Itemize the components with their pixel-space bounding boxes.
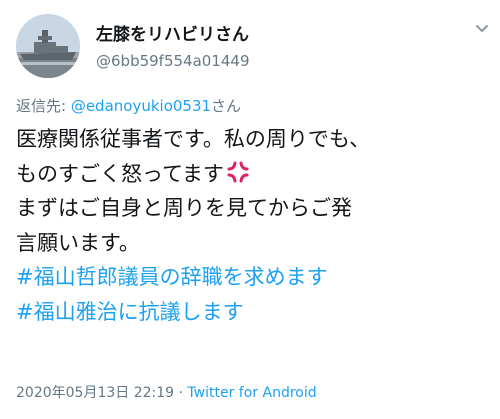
meta-separator: · [174, 385, 188, 401]
reply-mention-link[interactable]: @edanoyukio0531 [71, 97, 211, 115]
avatar[interactable] [16, 14, 80, 78]
tweet-line: 医療関係従事者です。私の周りでも、 [16, 127, 371, 151]
reply-suffix: さん [211, 97, 242, 115]
reply-prefix: 返信先: [16, 97, 71, 115]
chevron-down-icon[interactable] [472, 18, 492, 38]
client-link[interactable]: Twitter for Android [187, 385, 316, 401]
tweet-line: 言願います。 [16, 230, 140, 255]
display-name[interactable]: 左膝をリハビリさん [96, 20, 249, 45]
avatar-warship-photo [16, 14, 80, 78]
tweet-text: 医療関係従事者です。私の周りでも、 ものすごく怒ってます まずはご自身と周りを見… [16, 122, 492, 330]
hashtag-link[interactable]: #福山雅治に抗議します [16, 295, 492, 330]
tweet-meta: 2020年05月13日 22:19 · Twitter for Android [16, 382, 317, 402]
tweet-line-text: ものすごく怒ってます [16, 161, 224, 186]
tweet-line: まずはご自身と周りを見てからご発 [16, 196, 352, 221]
reply-context: 返信先: @edanoyukio0531さん [16, 95, 241, 116]
anger-symbol-icon [226, 160, 250, 184]
hashtag-link[interactable]: #福山哲郎議員の辞職を求めます [16, 260, 492, 295]
user-handle[interactable]: @6bb59f554a01449 [96, 52, 250, 70]
timestamp-link[interactable]: 2020年05月13日 22:19 [16, 385, 174, 401]
tweet-line: ものすごく怒ってます [16, 157, 492, 192]
